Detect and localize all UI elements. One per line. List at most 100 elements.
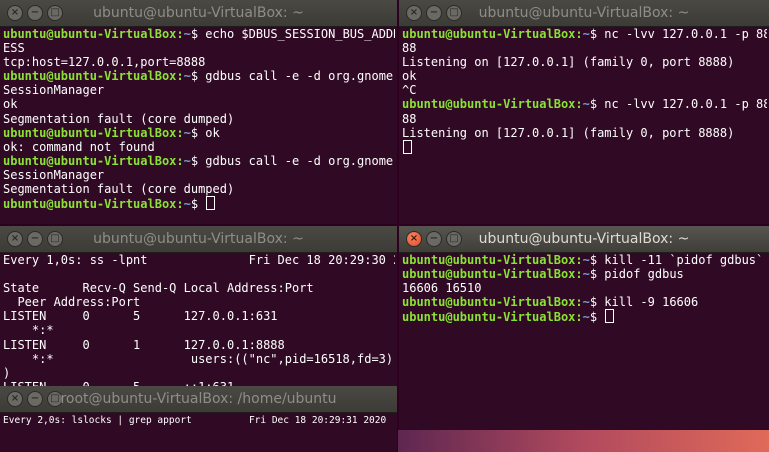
command-text: $	[589, 310, 605, 325]
output-text: Every 1,0s: ss -lpnt Fri Dec 18 20:29:30…	[3, 253, 395, 267]
title-bar[interactable]: × − □ root@ubuntu-VirtualBox: /home/ubun…	[0, 386, 397, 413]
output-text: )	[3, 365, 11, 380]
prompt: ubuntu@ubuntu-VirtualBox:~	[402, 295, 590, 309]
output-text: ok	[402, 69, 417, 84]
terminal-line: Segmentation fault (core dumped)	[3, 182, 395, 196]
terminal-output[interactable]: ubuntu@ubuntu-VirtualBox:~$ echo $DBUS_S…	[3, 27, 395, 224]
terminal-output[interactable]: ubuntu@ubuntu-VirtualBox:~$ kill -11 `pi…	[402, 253, 767, 430]
output-text: ESS	[3, 41, 25, 56]
terminal-line: Segmentation fault (core dumped)	[3, 112, 395, 126]
title-bar[interactable]: × − □ ubuntu@ubuntu-VirtualBox: ~	[0, 226, 397, 253]
prompt-user: ubuntu@ubuntu-VirtualBox	[402, 253, 576, 267]
desktop-wallpaper	[398, 430, 769, 452]
prompt-user: ubuntu@ubuntu-VirtualBox	[3, 125, 177, 140]
output-text: State Recv-Q Send-Q Local Address:Port	[3, 281, 314, 296]
terminal-window-top-left[interactable]: × − □ ubuntu@ubuntu-VirtualBox: ~ ubuntu…	[0, 0, 397, 224]
terminal-line: 16606 16510	[402, 281, 767, 295]
text-cursor	[605, 309, 615, 324]
terminal-output[interactable]: Every 2,0s: lslocks | grep apport Fri De…	[3, 414, 395, 452]
command-text: $ ok	[190, 125, 220, 140]
output-text: ok: command not found	[3, 139, 155, 154]
terminal-line: ubuntu@ubuntu-VirtualBox:~$	[3, 196, 395, 211]
prompt-user: ubuntu@ubuntu-VirtualBox	[402, 310, 576, 325]
terminal-line: 88	[402, 41, 767, 55]
terminal-line: ubuntu@ubuntu-VirtualBox:~$ kill -11 `pi…	[402, 253, 767, 267]
prompt-user: ubuntu@ubuntu-VirtualBox	[402, 27, 576, 41]
prompt: ubuntu@ubuntu-VirtualBox:~	[402, 97, 590, 111]
output-text: Segmentation fault (core dumped)	[3, 111, 235, 126]
terminal-line	[402, 139, 767, 154]
terminal-window-top-right[interactable]: × − □ ubuntu@ubuntu-VirtualBox: ~ ubuntu…	[399, 0, 769, 224]
window-title: ubuntu@ubuntu-VirtualBox: ~	[478, 5, 690, 21]
prompt-separator: :	[575, 253, 583, 267]
output-text: *:* users:(("nc",pid=16518,fd=3)	[3, 351, 394, 366]
prompt-path: ~	[582, 267, 590, 282]
terminal-line: ESS	[3, 41, 395, 55]
command-text: $ gdbus call -e -d org.gnome.	[190, 69, 395, 84]
terminal-line: ^C	[402, 83, 767, 97]
terminal-window-bottom-left[interactable]: × − □ ubuntu@ubuntu-VirtualBox: ~ Every …	[0, 226, 397, 386]
prompt-separator: :	[176, 153, 184, 168]
terminal-window-root[interactable]: × − □ root@ubuntu-VirtualBox: /home/ubun…	[0, 386, 397, 452]
output-text: ^C	[402, 83, 417, 98]
prompt-separator: :	[575, 310, 583, 325]
terminal-line: ubuntu@ubuntu-VirtualBox:~$ gdbus call -…	[3, 69, 395, 83]
prompt: ubuntu@ubuntu-VirtualBox:~	[3, 197, 191, 211]
terminal-line: ubuntu@ubuntu-VirtualBox:~$ echo $DBUS_S…	[3, 27, 395, 41]
prompt-path: ~	[183, 197, 191, 212]
prompt: ubuntu@ubuntu-VirtualBox:~	[3, 154, 191, 168]
prompt-path: ~	[183, 125, 191, 140]
title-bar[interactable]: × − □ ubuntu@ubuntu-VirtualBox: ~	[399, 226, 769, 253]
output-text: Listening on [127.0.0.1] (family 0, port…	[402, 125, 735, 140]
output-text: ok	[3, 97, 18, 112]
prompt-user: ubuntu@ubuntu-VirtualBox	[3, 69, 177, 84]
prompt: ubuntu@ubuntu-VirtualBox:~	[402, 267, 590, 281]
prompt-path: ~	[582, 310, 590, 325]
prompt: ubuntu@ubuntu-VirtualBox:~	[3, 27, 191, 41]
terminal-line: ok	[402, 69, 767, 83]
output-text: Every 2,0s: lslocks | grep apport Fri De…	[3, 415, 387, 426]
prompt-path: ~	[183, 153, 191, 168]
terminal-line: Listening on [127.0.0.1] (family 0, port…	[402, 55, 767, 69]
terminal-line: ok: command not found	[3, 140, 395, 154]
terminal-line: ubuntu@ubuntu-VirtualBox:~$ nc -lvv 127.…	[402, 97, 767, 111]
terminal-line: tcp:host=127.0.0.1,port=8888	[3, 55, 395, 69]
prompt-separator: :	[575, 267, 583, 282]
window-title: ubuntu@ubuntu-VirtualBox: ~	[478, 231, 690, 247]
prompt: ubuntu@ubuntu-VirtualBox:~	[402, 310, 590, 324]
terminal-line: ubuntu@ubuntu-VirtualBox:~$	[402, 309, 767, 325]
terminal-line: )	[3, 366, 395, 380]
output-text: Segmentation fault (core dumped)	[3, 182, 235, 197]
terminal-line: Every 1,0s: ss -lpnt Fri Dec 18 20:29:30…	[3, 253, 395, 267]
terminal-line: Listening on [127.0.0.1] (family 0, port…	[402, 126, 767, 140]
terminal-window-bottom-right[interactable]: × − □ ubuntu@ubuntu-VirtualBox: ~ ubuntu…	[399, 226, 769, 430]
prompt-user: ubuntu@ubuntu-VirtualBox	[402, 295, 576, 310]
terminal-line: ubuntu@ubuntu-VirtualBox:~$ pidof gdbus	[402, 267, 767, 281]
prompt-separator: :	[176, 27, 184, 41]
output-text: SessionManager	[3, 83, 105, 98]
prompt-user: ubuntu@ubuntu-VirtualBox	[402, 97, 576, 112]
title-bar[interactable]: × − □ ubuntu@ubuntu-VirtualBox: ~	[0, 0, 397, 27]
terminal-output[interactable]: Every 1,0s: ss -lpnt Fri Dec 18 20:29:30…	[3, 253, 395, 386]
prompt-path: ~	[582, 27, 590, 41]
prompt-separator: :	[176, 197, 184, 212]
text-cursor	[403, 139, 412, 154]
prompt: ubuntu@ubuntu-VirtualBox:~	[402, 253, 590, 267]
terminal-line: State Recv-Q Send-Q Local Address:Port	[3, 281, 395, 295]
terminal-line: *:*	[3, 323, 395, 337]
terminal-line: ubuntu@ubuntu-VirtualBox:~$ kill -9 1660…	[402, 295, 767, 309]
prompt-user: ubuntu@ubuntu-VirtualBox	[402, 267, 576, 282]
terminal-output[interactable]: ubuntu@ubuntu-VirtualBox:~$ nc -lvv 127.…	[402, 27, 767, 224]
command-text: $ nc -lvv 127.0.0.1 -p 88	[589, 97, 767, 112]
title-bar[interactable]: × − □ ubuntu@ubuntu-VirtualBox: ~	[399, 0, 769, 27]
output-text: tcp:host=127.0.0.1,port=8888	[3, 55, 206, 70]
output-text: LISTEN 0 5 127.0.0.1:631	[3, 309, 278, 324]
output-text: 16606 16510	[402, 281, 482, 296]
window-title: root@ubuntu-VirtualBox: /home/ubuntu	[60, 391, 337, 407]
command-text: $ pidof gdbus	[589, 267, 684, 282]
window-title: ubuntu@ubuntu-VirtualBox: ~	[93, 5, 304, 21]
output-text: Listening on [127.0.0.1] (family 0, port…	[402, 55, 735, 70]
terminal-line: 88	[402, 112, 767, 126]
prompt-path: ~	[582, 97, 590, 112]
